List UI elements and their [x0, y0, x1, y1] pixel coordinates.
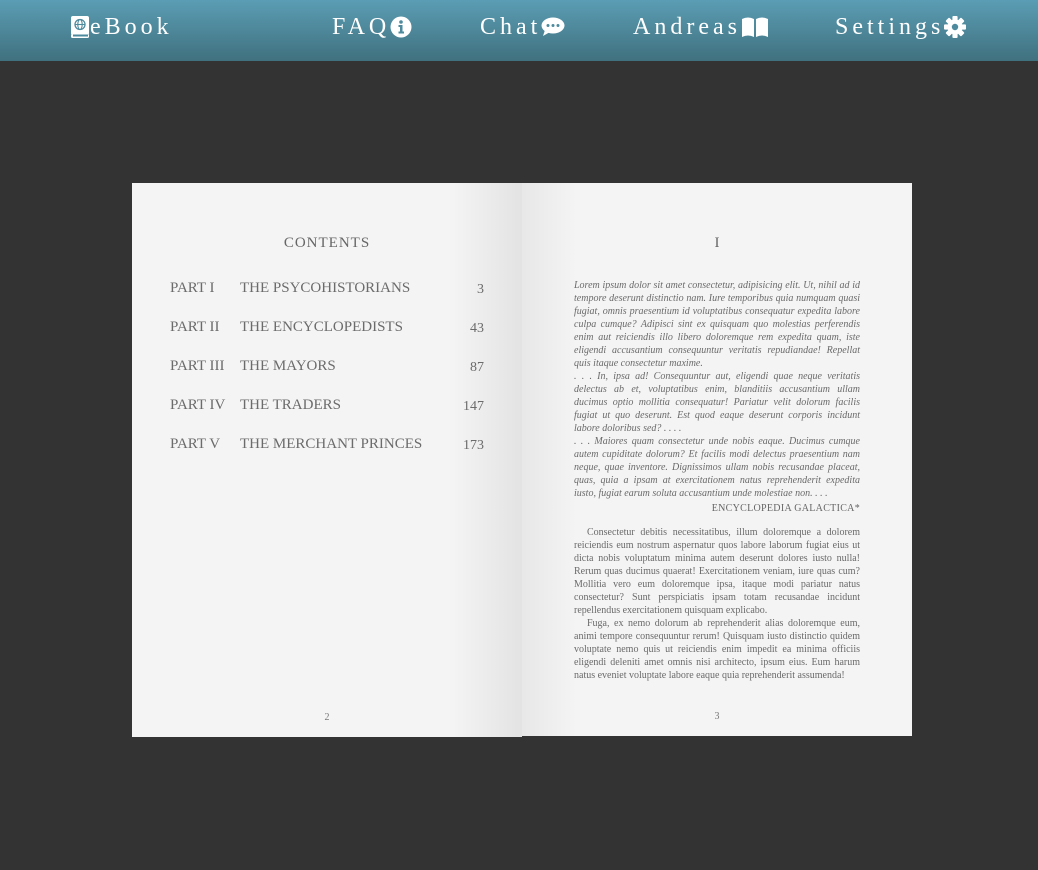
- toc-row-part-4[interactable]: PART IV THE TRADERS 147: [170, 397, 484, 436]
- toc-page-number: 147: [463, 399, 484, 414]
- nav-ebook-label: eBook: [90, 13, 173, 40]
- body-paragraph: Consectetur debitis necessitatibus, illu…: [574, 527, 860, 616]
- info-circle-icon: [390, 16, 412, 38]
- right-page-number: 3: [714, 711, 720, 722]
- chat-bubble-icon: [541, 17, 565, 37]
- contents-heading: CONTENTS: [283, 235, 371, 251]
- nav-faq[interactable]: FAQ: [332, 12, 412, 42]
- nav-settings[interactable]: Settings: [835, 12, 967, 42]
- epigraph: Lorem ipsum dolor sit amet consectetur, …: [574, 279, 860, 500]
- nav-chat-label: Chat: [480, 13, 542, 40]
- toc-page-number: 87: [470, 360, 484, 375]
- nav-andreas[interactable]: Andreas: [633, 12, 769, 42]
- epigraph-attribution: ENCYCLOPEDIA GALACTICA*: [711, 503, 860, 514]
- epigraph-paragraph: . . . Maiores quam consectetur unde nobi…: [574, 436, 860, 499]
- nav-faq-label: FAQ: [332, 13, 391, 40]
- top-navbar: eBook FAQ Chat Andreas Settings: [0, 0, 1038, 61]
- toc-row-part-3[interactable]: PART III THE MAYORS 87: [170, 358, 484, 397]
- toc-row-part-2[interactable]: PART II THE ENCYCLOPEDISTS 43: [170, 319, 484, 358]
- toc-page-number: 3: [477, 282, 484, 297]
- book-globe-icon: [70, 15, 90, 39]
- toc-row-part-5[interactable]: PART V THE MERCHANT PRINCES 173: [170, 436, 484, 475]
- nav-ebook[interactable]: eBook: [70, 12, 173, 42]
- left-page[interactable]: CONTENTS PART I THE PSYCOHISTORIANS 3 PA…: [132, 183, 522, 737]
- toc-part-label: PART V: [170, 436, 221, 452]
- book-spread: CONTENTS PART I THE PSYCOHISTORIANS 3 PA…: [132, 183, 912, 737]
- toc-page-number: 173: [463, 438, 484, 453]
- nav-settings-label: Settings: [835, 13, 945, 40]
- toc-title: THE MERCHANT PRINCES: [240, 436, 423, 452]
- toc-part-label: PART IV: [170, 397, 226, 413]
- right-page[interactable]: I Lorem ipsum dolor sit amet consectetur…: [522, 183, 912, 736]
- epigraph-paragraph: Lorem ipsum dolor sit amet consectetur, …: [574, 280, 860, 369]
- open-book-icon: [741, 16, 769, 38]
- chapter-body: Consectetur debitis necessitatibus, illu…: [574, 526, 860, 682]
- table-of-contents: PART I THE PSYCOHISTORIANS 3 PART II THE…: [170, 280, 484, 475]
- left-page-number: 2: [324, 712, 330, 723]
- toc-part-label: PART II: [170, 319, 220, 335]
- toc-title: THE ENCYCLOPEDISTS: [240, 319, 403, 335]
- toc-title: THE TRADERS: [240, 397, 341, 413]
- epigraph-paragraph: . . . In, ipsa ad! Consequuntur aut, eli…: [574, 371, 860, 434]
- nav-andreas-label: Andreas: [633, 13, 741, 40]
- gear-icon: [944, 16, 967, 38]
- gutter-shadow: [522, 183, 577, 736]
- toc-title: THE MAYORS: [240, 358, 336, 374]
- chapter-number: I: [714, 235, 720, 251]
- toc-part-label: PART III: [170, 358, 225, 374]
- body-paragraph: Fuga, ex nemo dolorum ab reprehenderit a…: [574, 618, 860, 681]
- toc-page-number: 43: [470, 321, 484, 336]
- toc-row-part-1[interactable]: PART I THE PSYCOHISTORIANS 3: [170, 280, 484, 319]
- toc-title: THE PSYCOHISTORIANS: [240, 280, 411, 296]
- toc-part-label: PART I: [170, 280, 215, 296]
- nav-chat[interactable]: Chat: [480, 12, 565, 42]
